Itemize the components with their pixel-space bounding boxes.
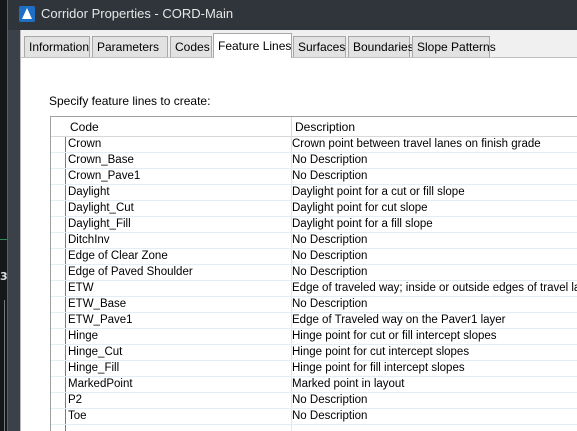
feature-line-code: DitchInv (68, 234, 110, 246)
table-row[interactable]: Edge of Clear Zone No Description (51, 249, 577, 265)
feature-lines-panel: Specify feature lines to create: Code De… (20, 57, 577, 431)
feature-line-description: No Description (292, 266, 368, 278)
table-row[interactable]: Toe No Description (51, 409, 577, 425)
table-row[interactable]: Daylight_Fill Daylight point for a fill s… (51, 217, 577, 233)
window-title: Corridor Properties - CORD-Main (41, 6, 234, 21)
tab-information[interactable]: Information (24, 36, 90, 57)
feature-line-description: Edge of Traveled way on the Paver1 layer (292, 314, 506, 326)
feature-line-description: No Description (292, 410, 368, 422)
table-row[interactable]: ETW_Pave1 Edge of Traveled way on the Pav… (51, 313, 577, 329)
column-header-code[interactable]: Code (70, 120, 99, 134)
feature-line-code: Toe (68, 410, 87, 422)
feature-line-code: Hinge_Fill (68, 362, 120, 374)
feature-line-code: P2 (68, 394, 83, 406)
feature-line-description: Daylight point for cut slope (292, 202, 428, 214)
feature-line-description: No Description (292, 154, 368, 166)
table-row[interactable]: P2 No Description (51, 393, 577, 409)
feature-line-description: Hinge point for fill intercept slopes (292, 362, 465, 374)
table-row[interactable]: Crown_Pave1 No Description (51, 169, 577, 185)
feature-line-code: Crown_Pave1 (68, 170, 141, 182)
feature-line-description: Hinge point for cut intercept slopes (292, 346, 470, 358)
tab-surfaces[interactable]: Surfaces (293, 36, 346, 57)
feature-line-description: No Description (292, 394, 368, 406)
feature-line-code: Daylight (68, 186, 110, 198)
feature-line-description: Hinge point for cut or fill intercept sl… (292, 330, 497, 342)
autocad-app-icon (19, 6, 35, 22)
feature-line-description: Crown point between travel lanes on fini… (292, 138, 541, 150)
feature-line-code: Hinge_Cut (68, 346, 123, 358)
column-divider[interactable] (291, 117, 292, 137)
feature-line-description: Daylight point for a cut or fill slope (292, 186, 465, 198)
tab-slope-patterns[interactable]: Slope Patterns (412, 36, 496, 57)
canvas-vertical-line (4, 300, 5, 431)
corridor-properties-dialog: Corridor Properties - CORD-Main Informat… (7, 0, 577, 431)
feature-line-code: ETW_Base (68, 298, 127, 310)
feature-line-code: MarkedPoint (68, 378, 133, 390)
feature-line-code: Edge of Clear Zone (68, 250, 168, 262)
feature-line-description: No Description (292, 250, 368, 262)
feature-line-description: No Description (292, 170, 368, 182)
feature-line-description: Edge of traveled way; inside or outside … (292, 282, 577, 294)
title-bar[interactable]: Corridor Properties - CORD-Main (8, 0, 577, 30)
tab-strip: Information Parameters Codes Feature Lin… (20, 30, 577, 58)
tab-boundaries[interactable]: Boundaries (348, 36, 414, 57)
feature-line-description: No Description (292, 298, 368, 310)
table-row[interactable]: ETW_Base No Description (51, 297, 577, 313)
table-row[interactable]: MarkedPoint Marked point in layout (51, 377, 577, 393)
tab-parameters[interactable]: Parameters (92, 36, 168, 57)
feature-line-code: Daylight_Cut (68, 202, 134, 214)
feature-line-description: No Description (292, 234, 368, 246)
table-row[interactable]: Daylight_Cut Daylight point for cut slope (51, 201, 577, 217)
feature-line-code: Hinge (68, 330, 99, 342)
table-row[interactable]: Hinge_Fill Hinge point for fill intercept… (51, 361, 577, 377)
feature-line-code: Daylight_Fill (68, 218, 131, 230)
feature-line-description: Marked point in layout (292, 378, 405, 390)
table-row[interactable]: Hinge Hinge point for cut or fill interce… (51, 329, 577, 345)
table-rows: Crown Crown point between travel lanes on… (51, 137, 577, 425)
table-header: Code Description (51, 117, 577, 137)
feature-line-code: ETW (68, 282, 94, 294)
table-row[interactable]: Crown_Base No Description (51, 153, 577, 169)
feature-line-code: Crown (68, 138, 102, 150)
table-row[interactable]: Daylight Daylight point for a cut or fill… (51, 185, 577, 201)
table-row[interactable]: Hinge_Cut Hinge point for cut intercept s… (51, 345, 577, 361)
feature-lines-prompt: Specify feature lines to create: (49, 94, 211, 108)
feature-lines-table[interactable]: Code Description Crown Crown point betwee… (50, 116, 577, 431)
tab-feature-lines[interactable]: Feature Lines (213, 33, 292, 58)
table-row[interactable]: ETW Edge of traveled way; inside or outsi… (51, 281, 577, 297)
table-row[interactable]: Edge of Paved Shoulder No Description (51, 265, 577, 281)
feature-line-code: ETW_Pave1 (68, 314, 133, 326)
column-header-description[interactable]: Description (295, 120, 355, 134)
feature-line-code: Crown_Base (68, 154, 134, 166)
table-row[interactable]: DitchInv No Description (51, 233, 577, 249)
tab-codes[interactable]: Codes (170, 36, 212, 57)
feature-line-description: Daylight point for a fill slope (292, 218, 433, 230)
table-row[interactable]: Crown Crown point between travel lanes on… (51, 137, 577, 153)
feature-line-code: Edge of Paved Shoulder (68, 266, 193, 278)
